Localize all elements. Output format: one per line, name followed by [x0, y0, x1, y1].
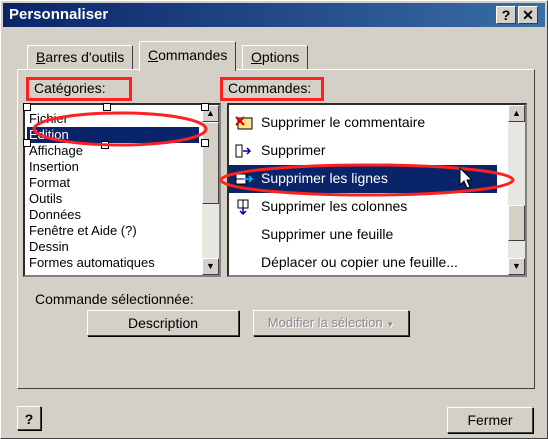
category-item[interactable]: Format: [29, 175, 70, 191]
category-item[interactable]: Outils: [29, 191, 62, 207]
category-item[interactable]: Données: [29, 207, 81, 223]
help-title-button[interactable]: ?: [496, 6, 516, 24]
scroll-down-button[interactable]: ▼: [508, 258, 525, 275]
close-title-button[interactable]: ✕: [518, 6, 538, 24]
category-item[interactable]: Dessin: [29, 239, 69, 255]
command-label: Déplacer ou copier une feuille...: [261, 254, 458, 270]
delete-columns-icon: [237, 199, 249, 215]
customize-dialog: Personnaliser ? ✕ Barres d'outils Comman…: [0, 0, 548, 439]
tab-options[interactable]: Options: [242, 45, 309, 69]
command-label: Supprimer le commentaire: [261, 114, 426, 130]
delete-icon: [235, 144, 252, 158]
tab-toolbars-underline: B: [36, 49, 46, 65]
tab-commands-label: ommandes: [158, 47, 228, 63]
help-icon: ?: [24, 411, 34, 427]
selected-command-label: Commande sélectionnée:: [35, 291, 194, 307]
help-button[interactable]: ?: [17, 406, 41, 430]
tab-toolbars[interactable]: Barres d'outils: [27, 45, 134, 69]
close-button[interactable]: Fermer: [447, 407, 533, 433]
command-item[interactable]: Supprimer une feuille: [229, 221, 497, 249]
scroll-down-button[interactable]: ▼: [202, 258, 219, 275]
chevron-down-icon: ▼: [386, 320, 395, 329]
window-title: Personnaliser: [9, 6, 109, 23]
tab-options-label: ptions: [261, 49, 300, 65]
description-button[interactable]: Description: [87, 310, 239, 336]
edition-annotation-ellipse: [32, 111, 208, 147]
command-label: Supprimer une feuille: [261, 226, 394, 242]
delete-comment-icon: [235, 116, 253, 130]
scroll-thumb[interactable]: [508, 205, 525, 241]
category-item[interactable]: Insertion: [29, 159, 79, 175]
title-bar: Personnaliser ? ✕: [3, 3, 545, 27]
category-item[interactable]: Formes automatiques: [29, 255, 155, 271]
scroll-up-button[interactable]: ▲: [508, 105, 525, 122]
modify-selection-label: Modifier la sélection: [267, 315, 383, 330]
tab-commands[interactable]: Commandes: [139, 41, 237, 71]
command-label: Supprimer les colonnes: [261, 198, 408, 214]
mouse-pointer-icon: [459, 167, 474, 189]
categories-label: Catégories:: [34, 80, 106, 96]
tab-toolbars-label: arres d'outils: [45, 49, 125, 65]
modify-selection-button[interactable]: Modifier la sélection ▼: [253, 310, 409, 336]
tab-options-underline: O: [251, 49, 262, 65]
tab-commands-underline: C: [148, 47, 159, 63]
command-item[interactable]: Déplacer ou copier une feuille...: [229, 249, 497, 275]
category-item[interactable]: Fenêtre et Aide (?): [29, 223, 137, 239]
command-item[interactable]: Supprimer le commentaire: [229, 109, 497, 137]
command-label: Supprimer: [261, 142, 326, 158]
commands-label: Commandes:: [228, 80, 312, 96]
